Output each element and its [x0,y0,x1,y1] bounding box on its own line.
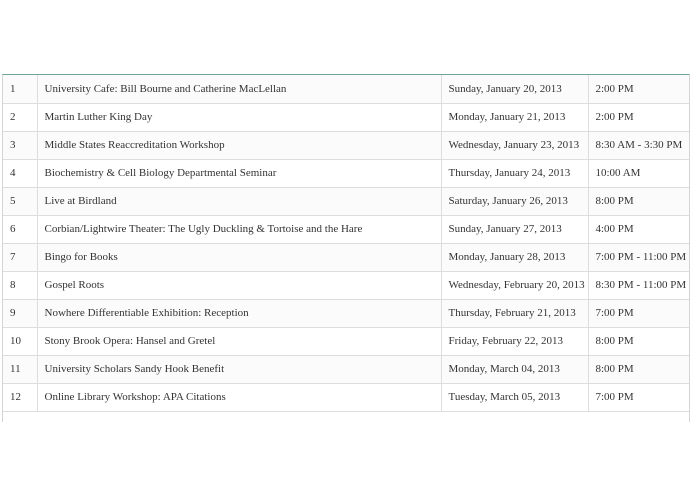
event-number-cell: 11 [3,355,38,384]
event-time-cell: 10:00 AM [588,159,689,188]
event-time-cell: 7:00 PM [588,383,689,412]
event-date-cell: Saturday, January 26, 2013 [441,187,589,216]
table-row[interactable]: 6 Corbian/Lightwire Theater: The Ugly Duc… [3,215,689,244]
event-date-cell: Wednesday, January 23, 2013 [441,131,589,160]
table-row[interactable]: 2 Martin Luther King Day Monday, January 2… [3,103,689,132]
event-number-cell: 6 [3,215,38,244]
event-title-link[interactable]: University Scholars Sandy Hook Benefit [37,355,442,384]
event-title-link[interactable]: Stony Brook Opera: Hansel and Gretel [37,327,442,356]
event-date-cell: Tuesday, March 05, 2013 [441,383,589,412]
event-date-cell: Monday, January 21, 2013 [441,103,589,132]
table-row[interactable]: 1 University Cafe: Bill Bourne and Cather… [3,75,689,104]
table-row[interactable]: 7 Bingo for Books Monday, January 28, 2013… [3,243,689,272]
event-number-cell: 5 [3,187,38,216]
events-table-body: 1 University Cafe: Bill Bourne and Cather… [3,75,689,412]
event-time-cell: 4:00 PM [588,215,689,244]
event-date-cell: Friday, February 22, 2013 [441,327,589,356]
event-date-cell: Sunday, January 20, 2013 [441,75,589,104]
event-title-link[interactable]: Gospel Roots [37,271,442,300]
event-title-link[interactable]: Middle States Reaccreditation Workshop [37,131,442,160]
event-title-link[interactable]: Biochemistry & Cell Biology Departmental… [37,159,442,188]
table-row[interactable]: 8 Gospel Roots Wednesday, February 20, 201… [3,271,689,300]
event-date-cell: Sunday, January 27, 2013 [441,215,589,244]
event-time-cell: 7:00 PM [588,299,689,328]
event-time-cell: 2:00 PM [588,75,689,104]
table-row[interactable]: 10 Stony Brook Opera: Hansel and Gretel Fr… [3,327,689,356]
event-date-cell: Thursday, January 24, 2013 [441,159,589,188]
table-row[interactable]: 9 Nowhere Differentiable Exhibition: Rece… [3,299,689,328]
event-time-cell: 8:30 AM - 3:30 PM [588,131,689,160]
event-number-cell: 2 [3,103,38,132]
event-number-cell: 8 [3,271,38,300]
event-title-link[interactable]: Live at Birdland [37,187,442,216]
table-row[interactable]: 5 Live at Birdland Saturday, January 26, 2… [3,187,689,216]
event-date-cell: Monday, March 04, 2013 [441,355,589,384]
table-row[interactable]: 3 Middle States Reaccreditation Workshop W… [3,131,689,160]
event-title-link[interactable]: Nowhere Differentiable Exhibition: Recep… [37,299,442,328]
event-number-cell: 12 [3,383,38,412]
event-number-cell: 7 [3,243,38,272]
table-row[interactable]: 12 Online Library Workshop: APA Citations… [3,383,689,412]
event-time-cell: 8:30 PM - 11:00 PM [588,271,689,300]
event-date-cell: Monday, January 28, 2013 [441,243,589,272]
event-time-cell: 7:00 PM - 11:00 PM [588,243,689,272]
event-title-link[interactable]: Martin Luther King Day [37,103,442,132]
event-number-cell: 1 [3,75,38,104]
event-time-cell: 2:00 PM [588,103,689,132]
events-table-container: 1 University Cafe: Bill Bourne and Cather… [2,74,690,422]
page: 1 University Cafe: Bill Bourne and Cather… [0,0,695,494]
table-row[interactable]: 4 Biochemistry & Cell Biology Departmenta… [3,159,689,188]
event-title-link[interactable]: University Cafe: Bill Bourne and Catheri… [37,75,442,104]
table-row[interactable]: 11 University Scholars Sandy Hook Benefit… [3,355,689,384]
events-table: 1 University Cafe: Bill Bourne and Cather… [3,75,689,412]
event-time-cell: 8:00 PM [588,355,689,384]
event-title-link[interactable]: Corbian/Lightwire Theater: The Ugly Duck… [37,215,442,244]
event-number-cell: 3 [3,131,38,160]
event-date-cell: Wednesday, February 20, 2013 [441,271,589,300]
event-number-cell: 10 [3,327,38,356]
event-number-cell: 9 [3,299,38,328]
event-time-cell: 8:00 PM [588,187,689,216]
event-title-link[interactable]: Bingo for Books [37,243,442,272]
event-number-cell: 4 [3,159,38,188]
event-date-cell: Thursday, February 21, 2013 [441,299,589,328]
event-title-link[interactable]: Online Library Workshop: APA Citations [37,383,442,412]
event-time-cell: 8:00 PM [588,327,689,356]
